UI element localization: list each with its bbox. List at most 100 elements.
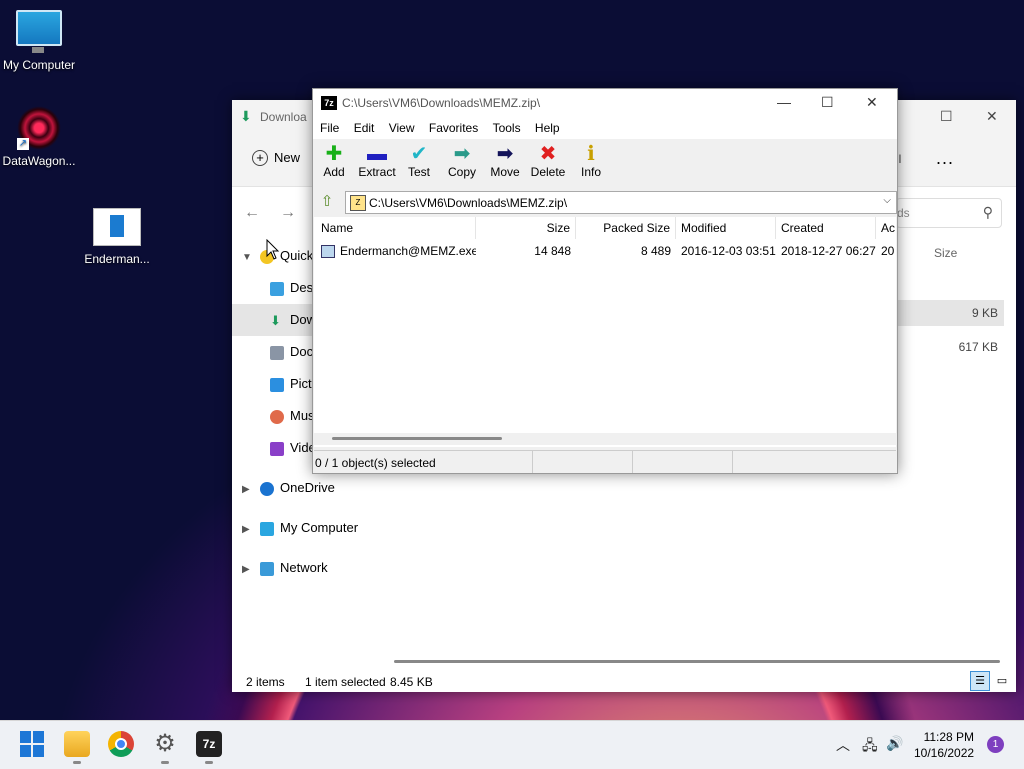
move-label: Move — [490, 165, 520, 179]
test-button[interactable]: ✔ Test — [407, 143, 431, 179]
back-arrow-icon[interactable]: ← — [244, 204, 260, 221]
horizontal-scrollbar[interactable] — [314, 433, 896, 445]
details-view-icon[interactable]: ☰ — [970, 671, 990, 691]
desktop-icon — [270, 281, 284, 296]
sidebar-item-my-computer[interactable]: ▶ My Computer — [232, 512, 390, 544]
horizontal-scrollbar[interactable] — [394, 660, 1000, 663]
download-icon: ⬇ — [240, 108, 252, 124]
volume-icon[interactable]: 🔊 — [886, 735, 903, 752]
sevenzip-title: C:\Users\VM6\Downloads\MEMZ.zip\ — [342, 96, 541, 110]
chevron-up-icon[interactable]: ︿ — [836, 735, 850, 755]
column-header-size[interactable]: Size — [934, 246, 957, 260]
chevron-right-icon: ▶ — [242, 564, 250, 575]
selection-count: 1 item selected — [305, 675, 386, 689]
file-name-cell[interactable]: Endermanch@MEMZ.exe — [316, 241, 476, 261]
search-icon: ⚲ — [982, 204, 993, 220]
desktop-icon-label: My Computer — [2, 58, 76, 72]
file-modified-cell: 2016-12-03 03:51 — [681, 244, 776, 258]
add-label: Add — [323, 165, 345, 179]
desktop-icon-label: Enderman... — [84, 252, 150, 266]
executable-icon — [93, 208, 141, 246]
menu-edit[interactable]: Edit — [354, 117, 375, 139]
desktop-icon-enderman[interactable]: Enderman... — [75, 208, 159, 266]
document-icon — [270, 345, 284, 360]
forward-arrow-icon[interactable]: → — [280, 204, 296, 221]
sevenzip-window[interactable]: 7z C:\Users\VM6\Downloads\MEMZ.zip\ — ☐ … — [312, 88, 898, 474]
monitor-icon — [16, 10, 62, 53]
sidebar-item-label: Mus — [290, 408, 315, 423]
shortcut-arrow-icon: ↗ — [17, 138, 29, 150]
file-size: 617 KB — [958, 340, 998, 354]
info-icon: ℹ — [587, 143, 595, 165]
column-header-modified[interactable]: Modified — [676, 217, 776, 239]
maximize-icon[interactable]: ☐ — [821, 94, 834, 111]
menu-help[interactable]: Help — [535, 117, 560, 139]
network-icon — [260, 561, 274, 576]
extract-label: Extract — [358, 165, 396, 179]
file-explorer-taskbar-icon[interactable] — [64, 731, 90, 757]
search-input[interactable]: ds ⚲ — [896, 198, 1002, 228]
new-button[interactable]: + New — [252, 150, 300, 166]
tiles-view-icon[interactable]: ▭ — [992, 671, 1012, 691]
sevenzip-logo-icon: 7z — [321, 96, 337, 110]
file-packed-cell: 8 489 — [640, 244, 671, 258]
column-header-packed-size[interactable]: Packed Size — [576, 217, 676, 239]
close-icon[interactable]: ✕ — [986, 108, 998, 125]
sidebar-item-network[interactable]: ▶ Network — [232, 552, 390, 584]
file-accessed-cell: 20 — [881, 244, 895, 258]
scrollbar-thumb[interactable] — [332, 437, 502, 440]
running-indicator — [73, 761, 81, 764]
settings-gear-icon[interactable]: ⚙ — [152, 731, 178, 757]
copy-icon: ➡ — [453, 143, 471, 165]
menu-bar: File Edit View Favorites Tools Help — [313, 117, 897, 139]
sevenzip-titlebar[interactable]: 7z C:\Users\VM6\Downloads\MEMZ.zip\ — ☐ … — [313, 89, 897, 117]
menu-file[interactable]: File — [320, 117, 339, 139]
path-text: C:\Users\VM6\Downloads\MEMZ.zip\ — [369, 196, 568, 210]
cloud-icon — [260, 481, 274, 496]
desktop-icon-label: DataWagon... — [2, 154, 76, 168]
video-icon — [270, 441, 284, 456]
extract-button[interactable]: ▬ Extract — [357, 143, 397, 179]
plus-icon: + — [252, 150, 268, 166]
info-button[interactable]: ℹ Info — [579, 143, 603, 179]
copy-label: Copy — [447, 165, 476, 179]
column-header-name[interactable]: Name — [316, 217, 476, 239]
notification-badge[interactable]: 1 — [987, 736, 1004, 753]
add-button[interactable]: ✚ Add — [322, 143, 346, 179]
file-size-cell: 14 848 — [534, 244, 571, 258]
folder-up-icon[interactable]: ⇧ — [317, 192, 337, 212]
maximize-icon[interactable]: ☐ — [940, 108, 953, 125]
mouse-cursor-icon — [266, 238, 280, 261]
menu-view[interactable]: View — [389, 117, 415, 139]
copy-button[interactable]: ➡ Copy — [447, 143, 477, 179]
executable-icon — [321, 245, 335, 259]
chrome-taskbar-icon[interactable] — [108, 731, 134, 757]
clock[interactable]: 11:28 PM 10/16/2022 — [914, 729, 974, 761]
move-icon: ➡ — [496, 143, 514, 165]
desktop-icon-datawagon[interactable]: ↗ DataWagon... — [0, 106, 81, 168]
column-header-created[interactable]: Created — [776, 217, 876, 239]
close-icon[interactable]: ✕ — [866, 94, 878, 111]
test-icon: ✔ — [410, 143, 428, 165]
sidebar-item-onedrive[interactable]: ▶ OneDrive — [232, 472, 390, 504]
delete-button[interactable]: ✖ Delete — [529, 143, 567, 179]
taskbar: ⚙ 7z ︿ 🖧 🔊 11:28 PM 10/16/2022 1 — [0, 720, 1024, 769]
path-combobox[interactable]: Z C:\Users\VM6\Downloads\MEMZ.zip\ ⌵ — [345, 191, 897, 214]
menu-tools[interactable]: Tools — [493, 117, 521, 139]
chevron-down-icon[interactable]: ⌵ — [883, 195, 891, 206]
file-list[interactable]: Name Size Packed Size Modified Created A… — [314, 217, 896, 447]
start-button[interactable] — [20, 731, 46, 757]
running-indicator — [205, 761, 213, 764]
status-divider — [732, 451, 733, 473]
menu-favorites[interactable]: Favorites — [429, 117, 478, 139]
running-indicator — [161, 761, 169, 764]
network-icon[interactable]: 🖧 — [862, 735, 878, 759]
move-button[interactable]: ➡ Move — [489, 143, 521, 179]
desktop-icon-my-computer[interactable]: My Computer — [0, 10, 81, 72]
sevenzip-taskbar-icon[interactable]: 7z — [196, 731, 222, 757]
column-header-accessed[interactable]: Ac — [876, 217, 896, 239]
more-options-icon[interactable]: ... — [936, 148, 954, 169]
sidebar-item-label: Network — [280, 560, 328, 575]
column-header-size[interactable]: Size — [476, 217, 576, 239]
minimize-icon[interactable]: — — [777, 94, 791, 110]
